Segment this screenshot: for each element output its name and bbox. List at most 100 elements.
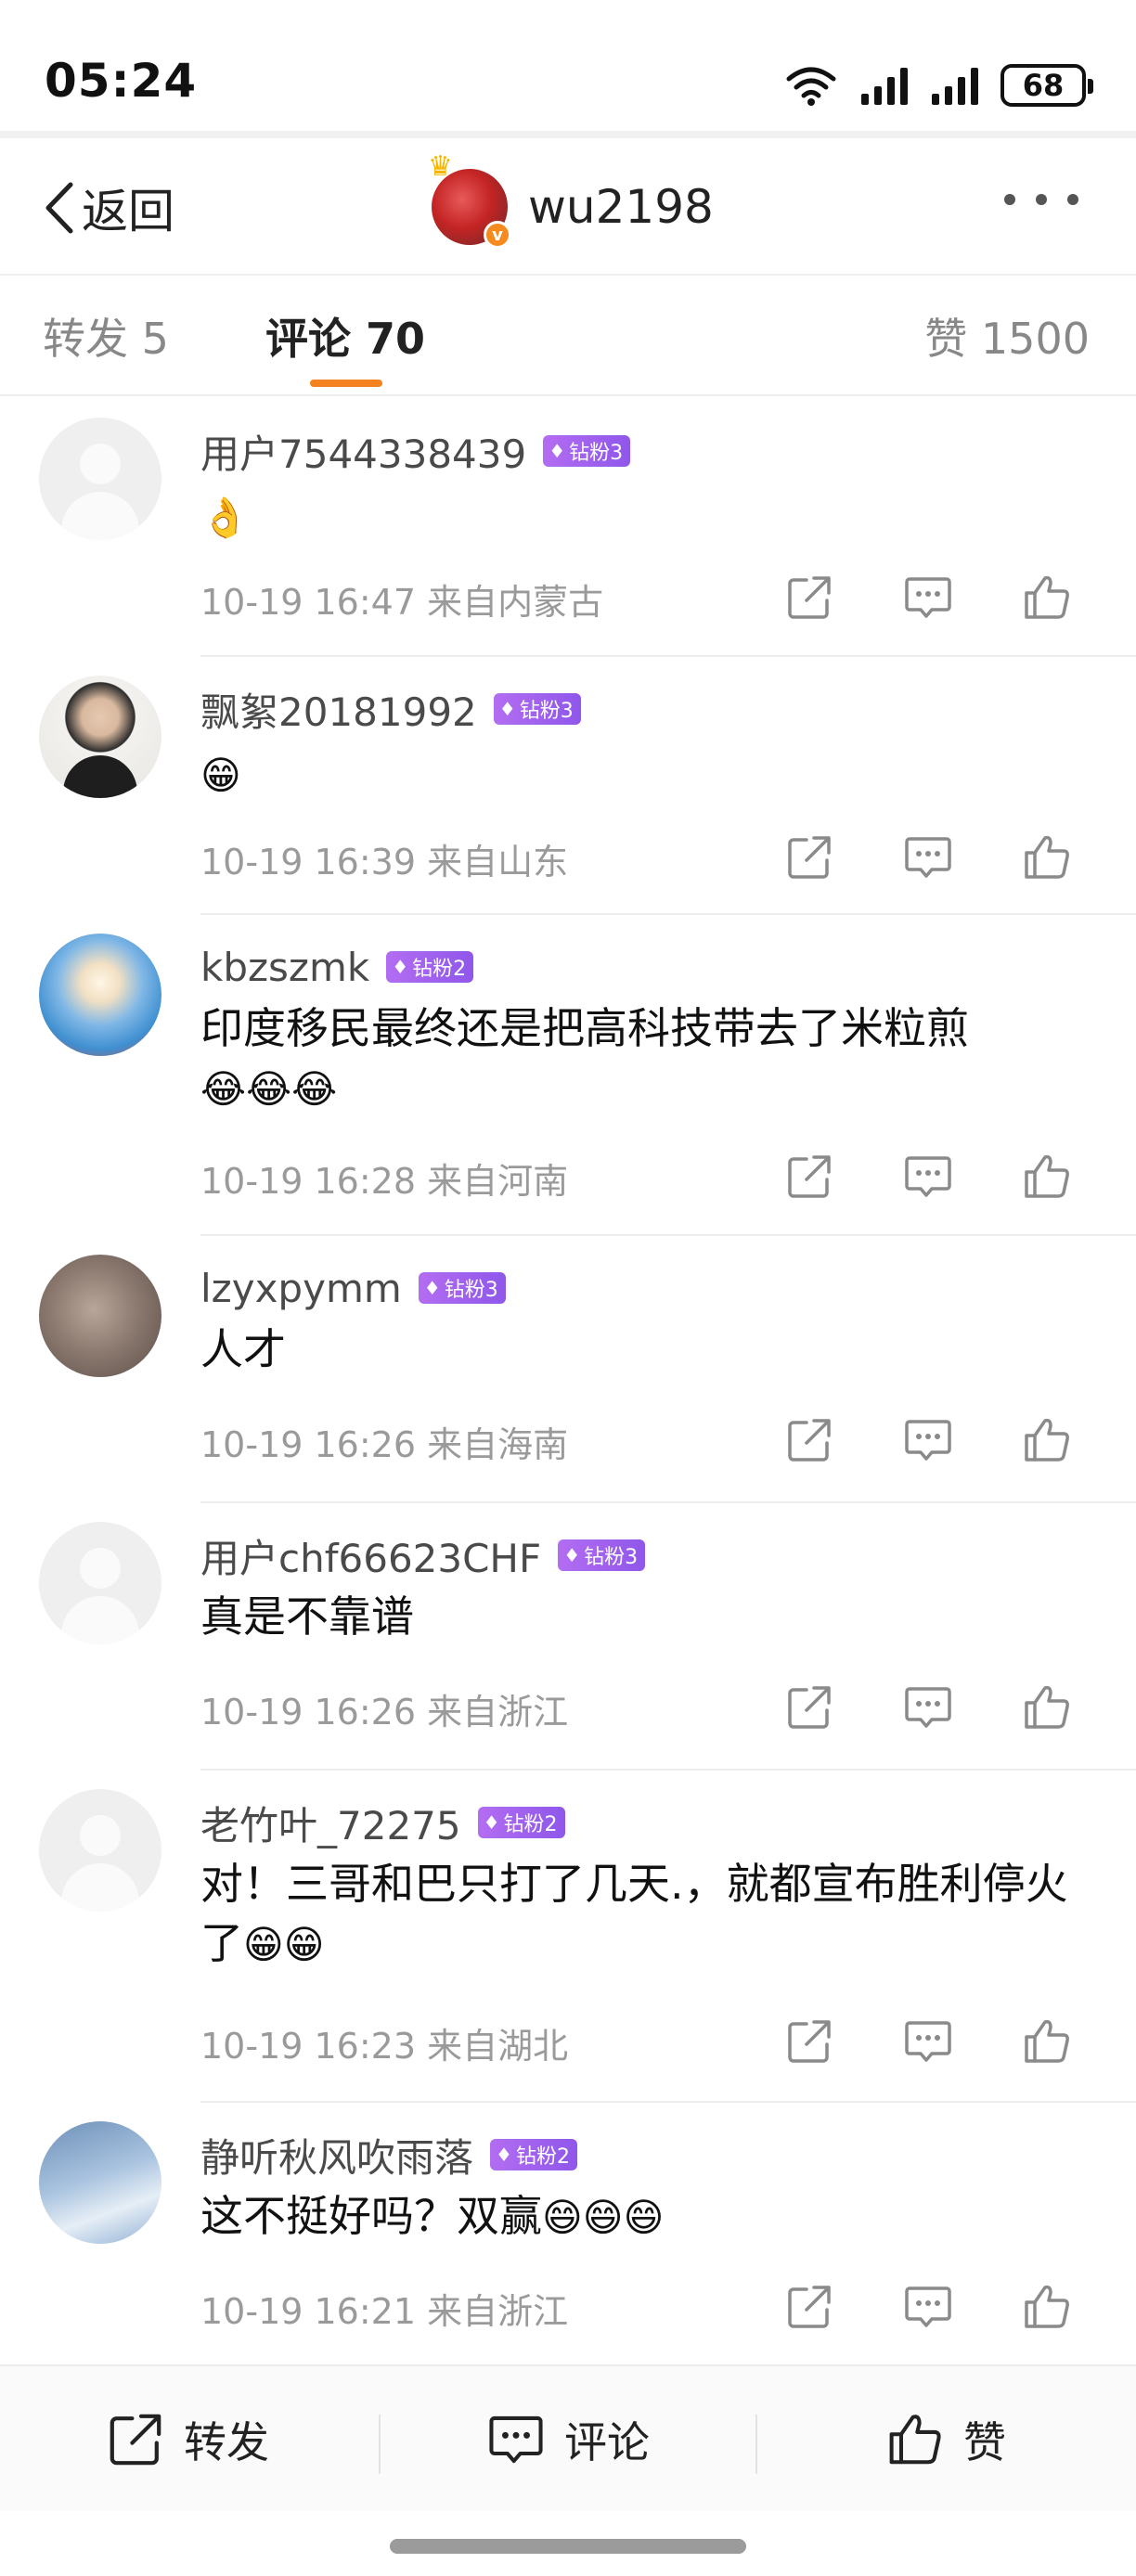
more-icon bbox=[1004, 194, 1015, 205]
share-button[interactable] bbox=[783, 1681, 835, 1733]
back-chevron-icon bbox=[45, 182, 73, 234]
fan-badge: ♦ 钻粉3 bbox=[418, 1272, 506, 1304]
share-icon bbox=[110, 2414, 161, 2466]
fan-badge-label: 钻粉2 bbox=[412, 958, 467, 981]
comment-meta: 10-19 16:26 来自浙江 bbox=[200, 1692, 569, 1732]
comment-username[interactable]: 用户chf66623CHF bbox=[200, 1527, 541, 1584]
avatar[interactable] bbox=[39, 2121, 161, 2244]
comment-actions bbox=[783, 1681, 1077, 1733]
comment-body: 对！三哥和巴只打了几天.，就都宣布胜利停火了 bbox=[200, 1859, 1068, 1968]
comment-item: 飘絮20181992 ♦ 钻粉3 😁 10-19 16:39 来自山东 bbox=[0, 657, 1136, 915]
post-author[interactable]: ♛ v wu2198 bbox=[428, 150, 714, 250]
comment-username[interactable]: 飘絮20181992 bbox=[200, 681, 477, 738]
tab-repost[interactable]: 转发 5 bbox=[43, 305, 169, 367]
like-button[interactable]: 赞 bbox=[887, 2407, 1006, 2472]
reply-icon bbox=[905, 1156, 951, 1197]
comment-item: lzyxpymm ♦ 钻粉3 人才 10-19 16:26 来自海南 bbox=[0, 1236, 1136, 1503]
share-button[interactable] bbox=[783, 1151, 835, 1203]
comment-label: 评论 bbox=[564, 2417, 650, 2467]
reply-button[interactable] bbox=[902, 1681, 954, 1733]
back-button[interactable]: 返回 bbox=[41, 175, 174, 240]
comment-text: 这不挺好吗？双赢😄😄😄 bbox=[200, 2186, 1082, 2246]
diamond-icon: ♦ bbox=[563, 1544, 581, 1566]
comment-username[interactable]: 用户7544338439 bbox=[200, 423, 526, 480]
repost-button[interactable]: 转发 bbox=[108, 2407, 269, 2472]
avatar[interactable] bbox=[39, 1522, 161, 1644]
status-time: 05:24 bbox=[45, 54, 198, 108]
comment-username[interactable]: lzyxpymm bbox=[200, 1266, 402, 1311]
reply-button[interactable] bbox=[902, 1414, 954, 1466]
like-button[interactable] bbox=[1021, 2016, 1073, 2067]
comment-username[interactable]: kbzszmk bbox=[200, 945, 369, 990]
tears-of-joy-emoji: 😂 bbox=[291, 1066, 338, 1112]
avatar[interactable] bbox=[39, 418, 161, 540]
comment-item: 静听秋风吹雨落 ♦ 钻粉2 这不挺好吗？双赢😄😄😄 10-19 16:21 来自浙… bbox=[0, 2103, 1136, 2364]
grin-emoji: 😁 bbox=[283, 1922, 325, 1967]
comment-actions bbox=[783, 831, 1077, 883]
avatar[interactable] bbox=[39, 676, 161, 798]
crown-icon: ♛ bbox=[428, 150, 453, 183]
back-label: 返回 bbox=[82, 185, 174, 238]
like-label: 赞 bbox=[963, 2417, 1006, 2467]
active-tab-indicator bbox=[310, 380, 382, 387]
verified-badge: v bbox=[484, 221, 511, 249]
comment-actions bbox=[783, 572, 1077, 624]
fan-badge-label: 钻粉2 bbox=[515, 2145, 570, 2169]
tab-like[interactable]: 赞 1500 bbox=[924, 305, 1090, 367]
share-button[interactable] bbox=[783, 2016, 835, 2067]
like-button[interactable] bbox=[1021, 2281, 1073, 2333]
more-button[interactable] bbox=[1004, 194, 1078, 205]
grin-emoji: 😁 bbox=[243, 1922, 284, 1967]
reply-button[interactable] bbox=[902, 831, 954, 883]
like-button[interactable] bbox=[1021, 831, 1073, 883]
avatar[interactable] bbox=[39, 1789, 161, 1912]
share-button[interactable] bbox=[783, 572, 835, 624]
like-icon bbox=[1025, 1685, 1069, 1729]
reply-button[interactable] bbox=[902, 2016, 954, 2067]
comment-username[interactable]: 老竹叶_72275 bbox=[200, 1795, 461, 1851]
like-icon bbox=[1025, 1418, 1069, 1462]
tab-bar: 转发 5 评论 70 赞 1500 bbox=[0, 277, 1136, 396]
share-button[interactable] bbox=[783, 831, 835, 883]
author-username[interactable]: wu2198 bbox=[528, 180, 714, 234]
comment-username[interactable]: 静听秋风吹雨落 bbox=[200, 2127, 473, 2183]
like-icon bbox=[889, 2415, 941, 2465]
reply-button[interactable] bbox=[902, 572, 954, 624]
share-button[interactable] bbox=[783, 2281, 835, 2333]
avatar[interactable] bbox=[39, 1255, 161, 1377]
laughing-emoji: 😄 bbox=[582, 2195, 624, 2240]
fan-badge-label: 钻粉3 bbox=[569, 442, 624, 465]
comment-actions bbox=[783, 2016, 1077, 2067]
comment-actions bbox=[783, 2281, 1077, 2333]
comment-item: 用户chf66623CHF ♦ 钻粉3 真是不靠谱 10-19 16:26 来自浙… bbox=[0, 1503, 1136, 1771]
comment-button[interactable]: 评论 bbox=[488, 2407, 650, 2472]
like-icon bbox=[1025, 835, 1069, 879]
avatar[interactable]: ♛ v bbox=[428, 150, 511, 249]
reply-button[interactable] bbox=[902, 2281, 954, 2333]
avatar[interactable] bbox=[39, 934, 161, 1056]
like-button[interactable] bbox=[1021, 1414, 1073, 1466]
ok-hand-emoji: 👌 bbox=[200, 495, 250, 540]
comment-meta: 10-19 16:26 来自海南 bbox=[200, 1424, 569, 1465]
like-button[interactable] bbox=[1021, 1681, 1073, 1733]
header-separator bbox=[0, 131, 1136, 138]
tab-comment[interactable]: 评论 70 bbox=[265, 305, 425, 367]
comment-text: 人才 bbox=[200, 1320, 1082, 1379]
share-icon bbox=[788, 1419, 831, 1462]
reply-button[interactable] bbox=[902, 1151, 954, 1203]
comment-body: 这不挺好吗？双赢 bbox=[200, 2191, 542, 2241]
reply-icon bbox=[489, 2415, 543, 2464]
comment-item: 用户7544338439 ♦ 钻粉3 👌 10-19 16:47 来自内蒙古 bbox=[0, 399, 1136, 657]
share-icon bbox=[788, 1155, 831, 1198]
home-indicator[interactable] bbox=[390, 2539, 746, 2554]
like-button[interactable] bbox=[1021, 572, 1073, 624]
fan-badge-label: 钻粉3 bbox=[444, 1279, 498, 1302]
share-button[interactable] bbox=[783, 1414, 835, 1466]
fan-badge: ♦ 钻粉2 bbox=[477, 1807, 565, 1838]
share-icon bbox=[788, 836, 831, 879]
comment-body: 印度移民最终还是把高科技带去了米粒煎 bbox=[200, 1003, 969, 1053]
fan-badge: ♦ 钻粉3 bbox=[543, 435, 631, 467]
tears-of-joy-emoji: 😂 bbox=[246, 1066, 292, 1112]
comment-body: 人才 bbox=[200, 1324, 286, 1374]
like-button[interactable] bbox=[1021, 1151, 1073, 1203]
